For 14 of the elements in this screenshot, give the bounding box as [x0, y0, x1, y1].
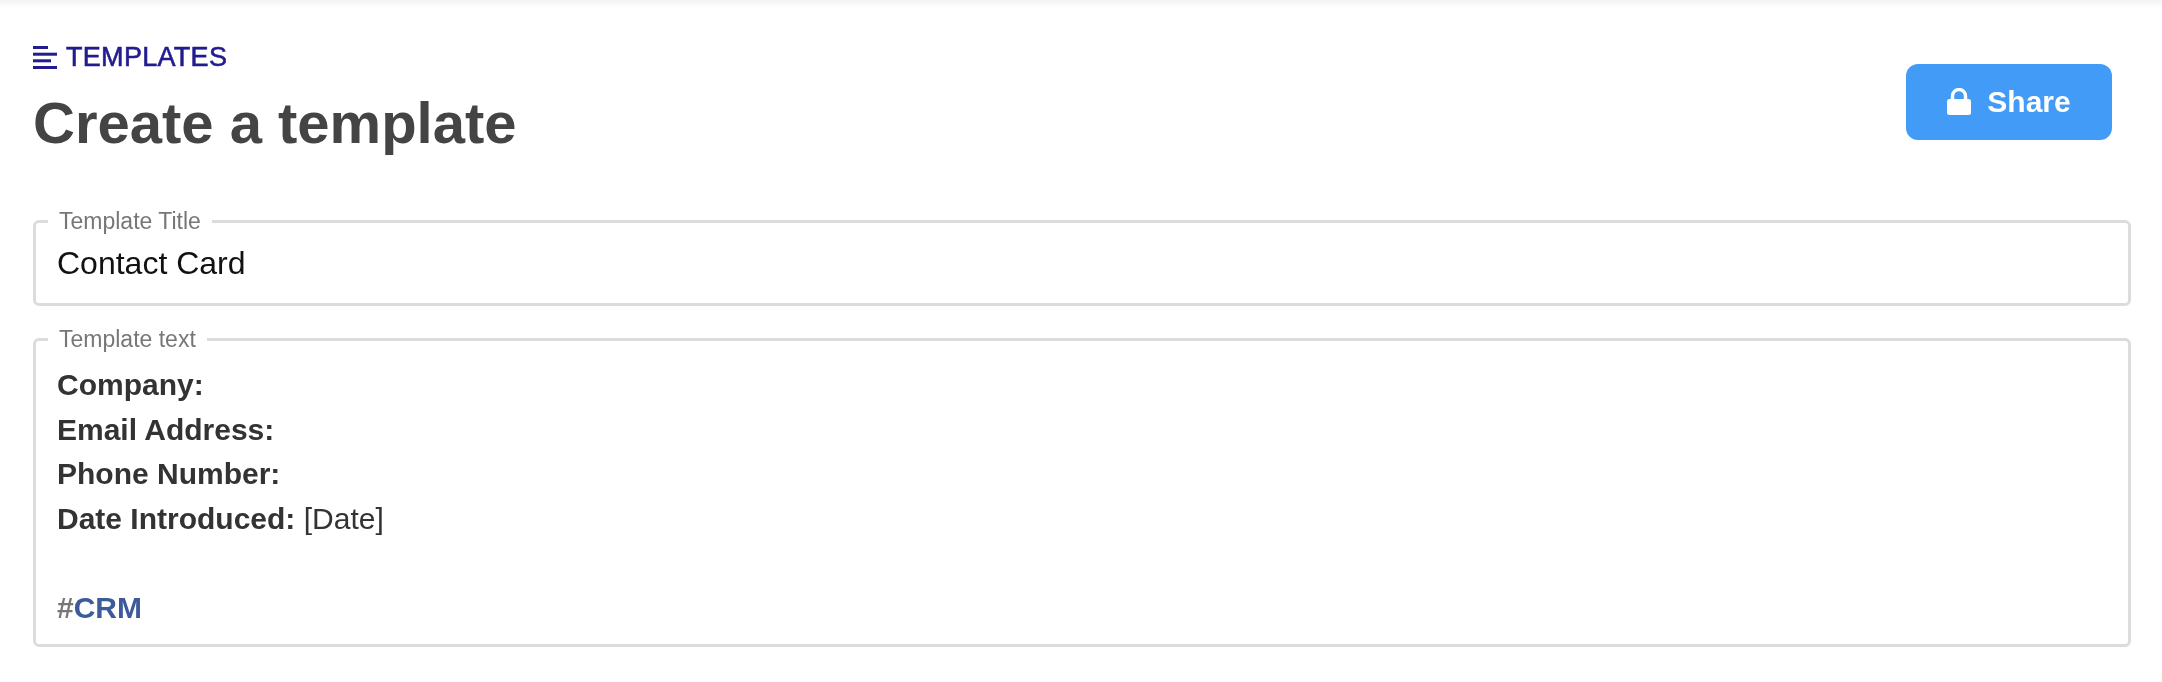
template-line: Company: — [57, 367, 205, 403]
page-title: Create a template — [33, 89, 517, 157]
field-label: Template Title — [58, 209, 202, 233]
list-icon — [33, 45, 57, 69]
template-text-field[interactable]: Template text Company: Email Address: Phone Number: Date Introduced: [Date] #CRM — [33, 327, 2131, 647]
template-line: Email Address: — [57, 411, 276, 448]
title-input[interactable]: Contact Card — [57, 245, 2107, 281]
lock-icon — [1947, 88, 1972, 115]
breadcrumb-link[interactable]: TEMPLATES — [66, 40, 228, 74]
hashtag: #CRM — [57, 589, 142, 626]
template-line: Date Introduced: [Date] — [57, 500, 385, 537]
field-label: Template text — [58, 327, 197, 351]
title-field[interactable]: Template Title Contact Card — [33, 209, 2131, 306]
template-line: Phone Number: — [57, 456, 282, 492]
